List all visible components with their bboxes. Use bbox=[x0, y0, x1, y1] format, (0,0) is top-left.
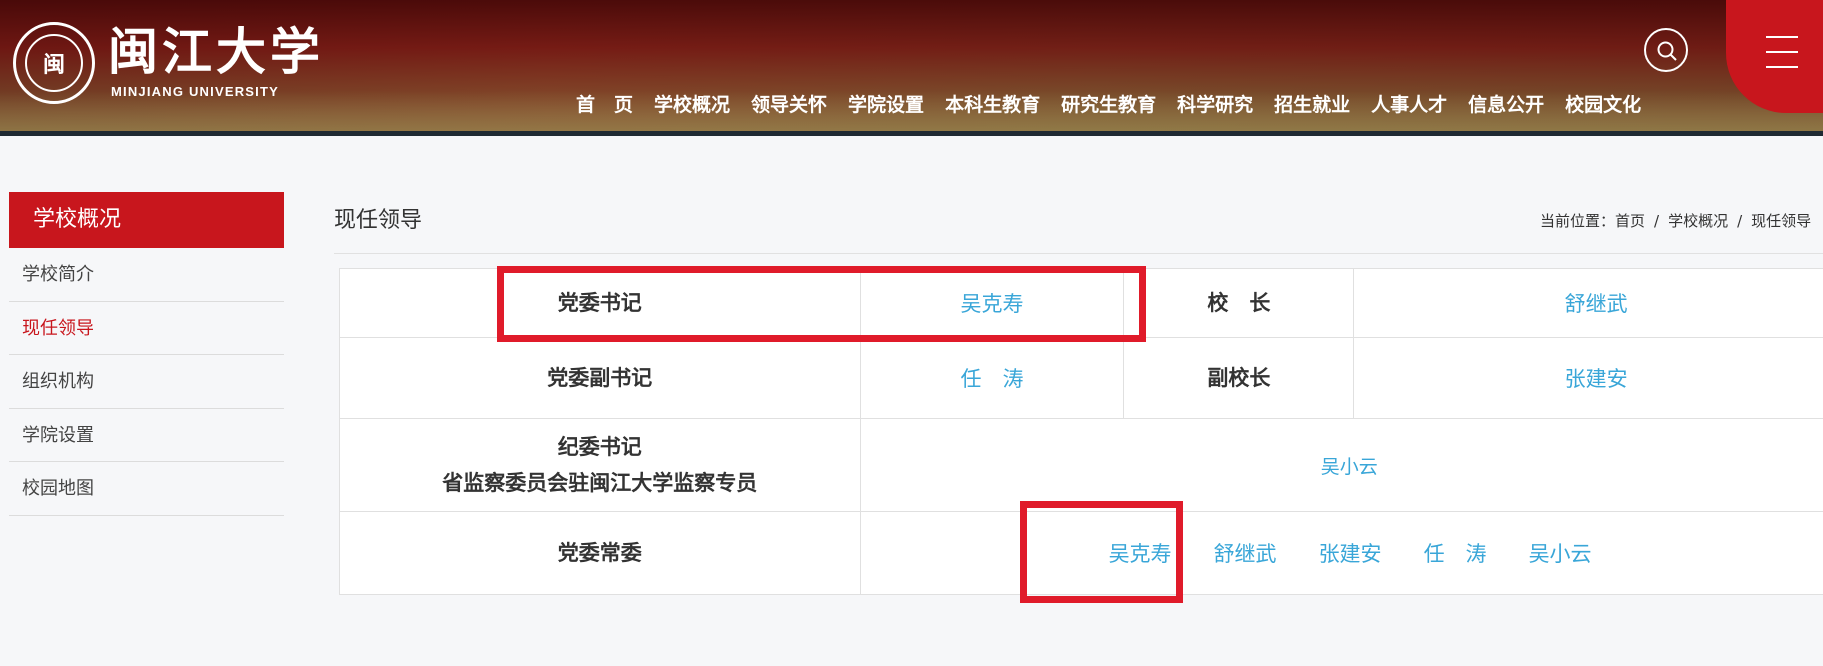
member-name[interactable]: 张建安 bbox=[1319, 538, 1382, 568]
breadcrumb-prefix: 当前位置： bbox=[1540, 212, 1616, 230]
sidebar-item-campus-map[interactable]: 校园地图 bbox=[9, 462, 284, 516]
logo-chinese-name[interactable]: 闽江大学 bbox=[108, 22, 324, 82]
label-standing-committee: 党委常委 bbox=[339, 511, 861, 595]
member-name[interactable]: 吴小云 bbox=[1529, 538, 1592, 568]
label-discipline-secretary: 纪委书记 省监察委员会驻闽江大学监察专员 bbox=[339, 418, 861, 512]
sidebar-menu: 学校简介 现任领导 组织机构 学院设置 校园地图 bbox=[9, 248, 284, 516]
table-row: 党委副书记 任 涛 副校长 张建安 bbox=[339, 337, 1823, 419]
name-deputy-party-secretary[interactable]: 任 涛 bbox=[859, 337, 1125, 419]
nav-colleges[interactable]: 学院设置 bbox=[848, 92, 924, 118]
nav-campus-culture[interactable]: 校园文化 bbox=[1565, 92, 1641, 118]
nav-about[interactable]: 学校概况 bbox=[654, 92, 730, 118]
breadcrumb-separator: / bbox=[1654, 212, 1660, 230]
member-name[interactable]: 吴克寿 bbox=[1109, 538, 1172, 568]
name-president[interactable]: 舒继武 bbox=[1353, 268, 1823, 338]
sidebar-item-organization[interactable]: 组织机构 bbox=[9, 355, 284, 409]
nav-undergraduate[interactable]: 本科生教育 bbox=[945, 92, 1040, 118]
table-row: 纪委书记 省监察委员会驻闽江大学监察专员 吴小云 bbox=[339, 418, 1823, 512]
nav-graduate[interactable]: 研究生教育 bbox=[1061, 92, 1156, 118]
sidebar-item-intro[interactable]: 学校简介 bbox=[9, 248, 284, 302]
nav-leadership-care[interactable]: 领导关怀 bbox=[751, 92, 827, 118]
table-row: 党委常委 吴克寿 舒继武 张建安 任 涛 吴小云 bbox=[339, 511, 1823, 595]
table-row: 党委书记 吴克寿 校 长 舒继武 bbox=[339, 268, 1823, 338]
member-name[interactable]: 任 涛 bbox=[1424, 538, 1487, 568]
search-button[interactable] bbox=[1644, 28, 1688, 72]
label-line-1: 纪委书记 bbox=[557, 435, 642, 459]
label-vice-president: 副校长 bbox=[1123, 337, 1355, 419]
breadcrumb-home[interactable]: 首页 bbox=[1615, 212, 1645, 230]
sidebar-item-colleges[interactable]: 学院设置 bbox=[9, 409, 284, 462]
title-divider bbox=[334, 253, 1823, 254]
nav-home[interactable]: 首 页 bbox=[576, 92, 633, 118]
site-header: 闽 闽江大学 MINJIANG UNIVERSITY 首 页 学校概况 领导关怀… bbox=[0, 0, 1823, 136]
seal-emblem: 闽 bbox=[25, 34, 83, 92]
name-party-secretary[interactable]: 吴克寿 bbox=[859, 268, 1125, 338]
breadcrumb-current[interactable]: 现任领导 bbox=[1751, 212, 1811, 230]
university-seal-logo[interactable]: 闽 bbox=[13, 22, 95, 104]
sidebar-title: 学校概况 bbox=[9, 192, 284, 248]
name-vice-president[interactable]: 张建安 bbox=[1353, 337, 1823, 419]
nav-personnel[interactable]: 人事人才 bbox=[1371, 92, 1447, 118]
label-line-2: 省监察委员会驻闽江大学监察专员 bbox=[442, 471, 758, 495]
member-name[interactable]: 舒继武 bbox=[1214, 538, 1277, 568]
standing-committee-members: 吴克寿 舒继武 张建安 任 涛 吴小云 bbox=[859, 511, 1823, 595]
leaders-table: 党委书记 吴克寿 校 长 舒继武 党委副书记 任 涛 副校长 张建安 纪委书记 … bbox=[339, 268, 1823, 595]
main-nav: 首 页 学校概况 领导关怀 学院设置 本科生教育 研究生教育 科学研究 招生就业… bbox=[576, 92, 1641, 118]
nav-research[interactable]: 科学研究 bbox=[1177, 92, 1253, 118]
breadcrumb-separator: / bbox=[1737, 212, 1743, 230]
label-president: 校 长 bbox=[1123, 268, 1355, 338]
label-deputy-party-secretary: 党委副书记 bbox=[339, 337, 861, 419]
nav-admissions[interactable]: 招生就业 bbox=[1274, 92, 1350, 118]
breadcrumb-about[interactable]: 学校概况 bbox=[1668, 212, 1728, 230]
breadcrumb: 当前位置：首页 / 学校概况 / 现任领导 bbox=[1540, 211, 1811, 231]
search-icon bbox=[1657, 41, 1677, 61]
sidebar-item-current-leaders[interactable]: 现任领导 bbox=[9, 302, 284, 355]
nav-public-info[interactable]: 信息公开 bbox=[1468, 92, 1544, 118]
name-discipline-secretary[interactable]: 吴小云 bbox=[859, 418, 1823, 512]
logo-english-name[interactable]: MINJIANG UNIVERSITY bbox=[111, 84, 279, 99]
page-title: 现任领导 bbox=[334, 208, 423, 233]
label-party-secretary: 党委书记 bbox=[339, 268, 861, 338]
